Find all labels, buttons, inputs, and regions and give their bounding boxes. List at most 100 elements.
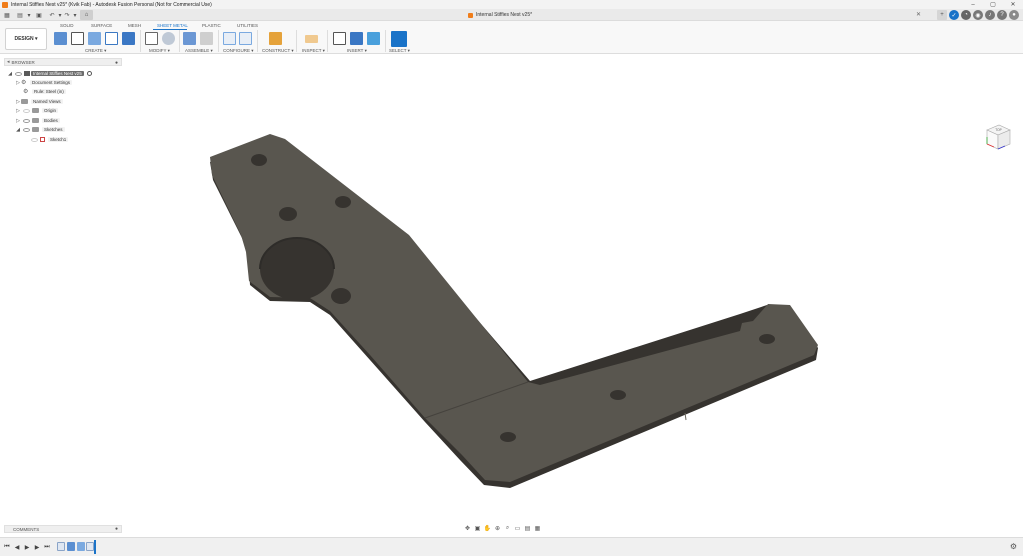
tree-item-origin[interactable]: ▷ Origin [15,106,59,115]
tree-item-sketches[interactable]: ◢ Sketches [15,125,65,134]
fillet-icon[interactable] [162,32,175,45]
press-pull-icon[interactable] [145,32,158,45]
model-canvas[interactable] [0,55,1023,525]
timeline-feature-unfold[interactable] [86,542,94,551]
insert-image-icon[interactable] [367,32,380,45]
create-menu[interactable]: CREATE ▾ [85,48,106,54]
undo-icon[interactable]: ↶ [48,11,56,19]
timeline-feature-sketch[interactable] [57,542,65,551]
expanded-arrow-icon[interactable]: ◢ [7,71,13,77]
unfold-tool-icon[interactable] [105,32,118,45]
tree-item-document-settings[interactable]: ▷ ⚙ Document Settings [15,78,73,87]
dropdown-icon[interactable]: ▾ [25,11,33,19]
visibility-eye-icon[interactable] [31,137,38,142]
modify-menu[interactable]: MODIFY ▾ [149,48,170,54]
redo-dropdown-icon[interactable]: ▾ [71,11,79,19]
browser-header[interactable]: ◂ BROWSER ● [4,58,122,66]
save-icon[interactable]: ▣ [35,11,43,19]
configure-menu[interactable]: CONFIGURE ▾ [223,48,254,54]
visual-style-icon[interactable]: ▤ [523,525,532,533]
online-status-icon[interactable]: ◉ [973,10,983,20]
collapsed-arrow-icon[interactable]: ▷ [15,108,21,114]
tab-utilities[interactable]: UTILITIES [237,23,258,28]
expanded-arrow-icon[interactable]: ◢ [15,127,21,133]
timeline-feature-flange[interactable] [67,542,75,551]
tab-sheet-metal[interactable]: SHEET METAL [157,23,188,28]
comments-options-icon[interactable]: ● [115,526,118,532]
flange-tool-icon[interactable] [54,32,67,45]
joint-icon[interactable] [200,32,213,45]
play-icon[interactable]: ▶ [23,543,31,551]
visibility-eye-icon[interactable] [23,127,30,132]
grid-menu-icon[interactable]: ▦ [3,11,11,19]
create-form-icon[interactable] [122,32,135,45]
maximize-button[interactable]: ▢ [983,0,1003,9]
minimize-button[interactable]: – [963,0,983,9]
configure-table-icon[interactable] [239,32,252,45]
measure-icon[interactable] [305,35,318,43]
insert-menu[interactable]: INSERT ▾ [347,48,367,54]
comments-panel[interactable]: COMMENTS ● [4,525,122,533]
collapsed-arrow-icon[interactable]: ▷ [15,118,21,124]
extensions-icon[interactable]: ✓ [949,10,959,20]
job-status-icon[interactable]: ◔ [961,10,971,20]
tab-mesh[interactable]: MESH [128,23,141,28]
timeline-settings-icon[interactable]: ⚙ [1010,542,1017,551]
configure-icon[interactable] [223,32,236,45]
create-sketch-icon[interactable] [71,32,84,45]
tree-item-rule[interactable]: ⚙ Rule: Steel (in) [23,87,66,96]
insert-derive-icon[interactable] [333,32,346,45]
collapse-arrow-icon[interactable]: ◂ [7,59,10,65]
help-icon[interactable]: ? [997,10,1007,20]
tab-solid[interactable]: SOLID [60,23,74,28]
display-settings-icon[interactable]: ▭ [513,525,522,533]
inspect-menu[interactable]: INSPECT ▾ [302,48,325,54]
assemble-menu[interactable]: ASSEMBLE ▾ [185,48,213,54]
new-tab-icon[interactable]: + [937,10,947,20]
select-tool-icon[interactable] [391,31,407,47]
document-tab-label: Internal Stiffies Nest v25* [476,12,533,18]
timeline-feature-bend[interactable] [77,542,85,551]
step-back-icon[interactable]: ◀ [13,543,21,551]
rule-icon: ⚙ [23,89,29,95]
file-menu-icon[interactable]: ▤ [16,11,24,19]
insert-mesh-icon[interactable] [350,32,363,45]
close-tab-icon[interactable]: ✕ [916,11,921,18]
home-icon[interactable]: ⌂ [80,10,93,20]
workspace-switcher-button[interactable]: DESIGN ▾ [5,28,47,50]
go-to-end-icon[interactable]: ⏭ [43,543,51,551]
tree-item-root[interactable]: ◢ Internal Stiffies Nest v25 [7,69,92,78]
offset-plane-icon[interactable] [269,32,282,45]
document-tab[interactable]: Internal Stiffies Nest v25* [468,10,532,20]
go-to-start-icon[interactable]: ⏮ [3,543,11,551]
close-window-button[interactable]: ✕ [1003,0,1023,9]
browser-options-icon[interactable]: ● [115,60,118,66]
notifications-icon[interactable]: ♪ [985,10,995,20]
viewcube[interactable]: TOP [981,120,1015,154]
tab-surface[interactable]: SURFACE [91,23,112,28]
new-component-icon[interactable] [183,32,196,45]
redo-icon[interactable]: ↷ [63,11,71,19]
tab-plastic[interactable]: PLASTIC [202,23,221,28]
orbit-icon[interactable]: ✥ [463,525,472,533]
capture-icon[interactable]: ▣ [473,525,482,533]
3d-viewport[interactable]: TOP [0,55,1023,525]
tree-item-bodies[interactable]: ▷ Bodies [15,116,60,125]
sheet-metal-body[interactable] [210,134,818,488]
pan-hand-icon[interactable]: ✋ [483,525,492,533]
visibility-eye-icon[interactable] [15,71,22,76]
tree-item-named-views[interactable]: ▷ Named Views [15,97,63,106]
avatar[interactable]: ● [1009,10,1019,20]
tree-item-sketch1[interactable]: Sketch1 [29,135,69,144]
zoom-icon[interactable]: ⊕ [493,525,502,533]
select-menu[interactable]: SELECT ▾ [389,48,410,54]
timeline-marker[interactable] [94,540,96,554]
bend-tool-icon[interactable] [88,32,101,45]
grid-settings-icon[interactable]: ▦ [533,525,542,533]
activate-radio-icon[interactable] [86,71,92,76]
construct-menu[interactable]: CONSTRUCT ▾ [262,48,294,54]
visibility-eye-icon[interactable] [23,108,30,113]
zoom-window-icon[interactable]: ⌕ [503,525,512,533]
visibility-eye-icon[interactable] [23,118,30,123]
step-forward-icon[interactable]: ▶ [33,543,41,551]
